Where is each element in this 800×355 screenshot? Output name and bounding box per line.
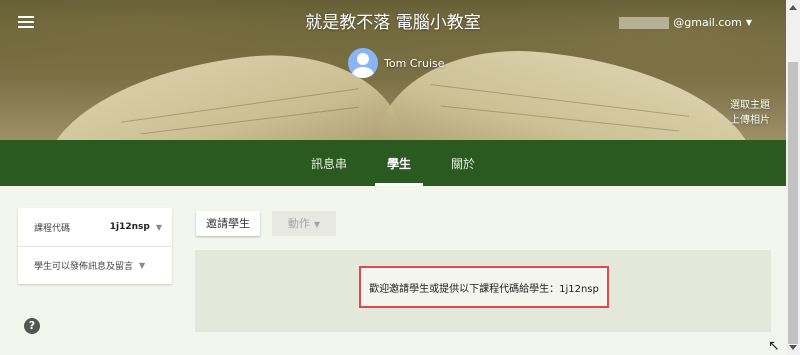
avatar-icon — [348, 48, 378, 78]
teacher-name: Tom Cruise — [384, 56, 445, 70]
teacher-info: Tom Cruise — [348, 48, 445, 78]
caret-down-icon: ▼ — [745, 18, 752, 27]
class-code-value: 1j12nsp — [109, 222, 150, 232]
students-empty-panel: 歡迎邀請學生或提供以下課程代碼給學生：1j12nsp — [195, 250, 771, 332]
caret-down-icon: ▼ — [313, 220, 321, 229]
theme-links: 選取主題 上傳相片 — [730, 98, 770, 128]
page-scrollbar[interactable] — [786, 0, 800, 355]
upload-photo-link[interactable]: 上傳相片 — [730, 113, 770, 128]
scroll-down-arrow-icon[interactable] — [789, 345, 797, 350]
class-code-row[interactable]: 課程代碼 1j12nsp ▼ — [18, 208, 172, 246]
invite-students-button[interactable]: 邀請學生 — [196, 211, 260, 236]
class-code-label: 課程代碼 — [34, 223, 71, 234]
mouse-cursor-icon: ↖ — [768, 338, 780, 354]
caret-down-icon: ▼ — [155, 222, 162, 232]
scrollbar-thumb[interactable] — [788, 62, 798, 344]
welcome-text: 歡迎邀請學生或提供以下課程代碼給學生：1j12nsp — [369, 283, 599, 295]
welcome-message: 歡迎邀請學生或提供以下課程代碼給學生：1j12nsp — [359, 266, 609, 308]
redacted-account-name — [619, 16, 670, 29]
tab-stream[interactable]: 訊息串 — [291, 140, 367, 186]
tab-about[interactable]: 關於 — [431, 140, 495, 186]
select-theme-link[interactable]: 選取主題 — [730, 98, 770, 113]
help-icon[interactable]: ? — [24, 318, 40, 334]
student-permission-row[interactable]: 學生可以發佈訊息及留言 ▼ — [18, 246, 172, 284]
account-switcher[interactable]: @gmail.com ▼ — [619, 16, 752, 29]
tab-students[interactable]: 學生 — [367, 140, 431, 186]
scroll-up-arrow-icon[interactable] — [789, 5, 797, 10]
caret-down-icon: ▼ — [139, 261, 146, 270]
student-permission-label: 學生可以發佈訊息及留言 — [34, 262, 134, 272]
class-settings-card: 課程代碼 1j12nsp ▼ 學生可以發佈訊息及留言 ▼ — [18, 208, 172, 284]
header-banner: 就是教不落 電腦小教室 @gmail.com ▼ Tom Cruise 選取主題… — [0, 0, 786, 140]
actions-label: 動作 — [287, 217, 310, 230]
actions-dropdown-button[interactable]: 動作 ▼ — [272, 211, 336, 236]
tab-bar: 訊息串 學生 關於 — [0, 140, 786, 186]
account-email: @gmail.com — [673, 16, 742, 29]
